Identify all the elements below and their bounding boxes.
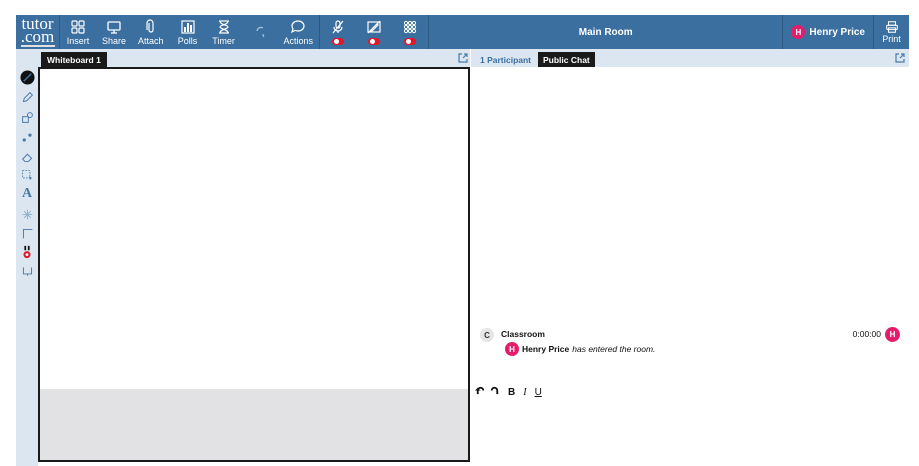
whiteboard-popout-icon[interactable] — [458, 53, 468, 63]
line-icon — [22, 228, 32, 238]
actions-label: Actions — [283, 35, 314, 46]
message-time: 0:00:00 — [852, 329, 881, 339]
attach-button[interactable]: Attach — [132, 15, 170, 49]
message-text: has entered the room. — [572, 344, 656, 354]
text-tool[interactable]: A — [19, 186, 35, 202]
underline-button[interactable]: U — [535, 387, 542, 398]
polls-button[interactable]: Polls — [170, 15, 206, 49]
color-icon — [23, 245, 31, 259]
share-button[interactable]: Share — [96, 15, 132, 49]
undo-icon — [255, 26, 265, 37]
pen-tool[interactable] — [19, 69, 35, 85]
chat-input[interactable] — [471, 400, 909, 466]
polls-label: Polls — [177, 35, 198, 46]
dots-tool[interactable] — [19, 129, 35, 145]
eraser-icon — [21, 153, 32, 162]
tab-whiteboard-1[interactable]: Whiteboard 1 — [41, 52, 107, 67]
pencil-icon — [22, 91, 33, 102]
whiteboard-canvas[interactable] — [38, 67, 470, 462]
attach-label: Attach — [138, 35, 164, 46]
eraser-tool[interactable] — [19, 149, 35, 165]
user-menu[interactable]: H Henry Price — [782, 15, 873, 49]
laser-tool[interactable] — [19, 206, 35, 222]
draw-permission-switch[interactable] — [368, 38, 381, 45]
top-toolbar: tutor .com Insert Share Attach Polls Tim… — [16, 15, 909, 49]
logo-underline — [20, 45, 55, 47]
poll-chart-icon — [180, 19, 195, 34]
text-icon: A — [21, 186, 33, 201]
grid-toggle[interactable] — [392, 15, 428, 49]
speech-bubble-icon — [291, 19, 305, 33]
whiteboard-offpage-area — [40, 389, 468, 460]
share-label: Share — [102, 35, 127, 46]
pen-icon — [19, 69, 35, 85]
more-icon — [22, 266, 32, 276]
italic-button[interactable]: I — [523, 387, 526, 398]
insert-icon — [71, 19, 85, 34]
printer-icon — [885, 21, 898, 33]
tab-public-chat[interactable]: Public Chat — [538, 52, 595, 67]
line-tool[interactable] — [19, 225, 35, 241]
select-tool[interactable] — [19, 167, 35, 183]
whiteboard-tab-bar: Whiteboard 1 — [38, 49, 470, 67]
room-title: Main Room — [428, 15, 782, 49]
timer-label: Timer — [212, 35, 235, 46]
chat-panel: C Classroom 0:00:00 H Henry Price has en… — [471, 67, 909, 466]
redo-text-icon — [490, 386, 499, 395]
microphone-toggle[interactable] — [320, 15, 356, 49]
insert-label: Insert — [66, 35, 90, 46]
message-body: H Henry Price has entered the room. — [505, 342, 655, 356]
right-user-avatar: H — [885, 327, 900, 342]
color-tool[interactable] — [19, 244, 35, 260]
shapes-icon — [21, 111, 33, 123]
grid-switch[interactable] — [404, 38, 417, 45]
dots-icon — [22, 132, 32, 142]
undo-text-button[interactable] — [475, 385, 486, 399]
sender-avatar: C — [480, 328, 494, 342]
app-window: tutor .com Insert Share Attach Polls Tim… — [0, 0, 919, 466]
share-screen-icon — [107, 20, 121, 34]
chat-popout-icon[interactable] — [895, 53, 905, 63]
message-user-avatar: H — [505, 342, 519, 356]
print-label: Print — [882, 34, 901, 44]
message-sender: Classroom — [501, 329, 545, 339]
undo-button[interactable] — [242, 15, 278, 49]
user-avatar: H — [791, 25, 806, 39]
pencil-off-icon — [367, 20, 381, 34]
insert-button[interactable]: Insert — [60, 15, 96, 49]
chat-message: C Classroom 0:00:00 H Henry Price has en… — [476, 325, 881, 357]
chat-tab-bar: 1 Participant Public Chat — [471, 49, 909, 67]
more-tool[interactable] — [19, 263, 35, 279]
chat-format-bar: B I U — [475, 384, 542, 400]
logo-bottom: .com — [20, 27, 55, 46]
laser-icon — [22, 209, 32, 219]
grid-icon — [403, 20, 417, 34]
print-button[interactable]: Print — [873, 15, 909, 49]
redo-text-button[interactable] — [489, 385, 500, 399]
actions-button[interactable]: Actions — [278, 15, 320, 49]
pencil-tool[interactable] — [19, 89, 35, 105]
draw-permission-toggle[interactable] — [356, 15, 392, 49]
microphone-switch[interactable] — [332, 38, 345, 45]
select-icon — [21, 169, 32, 180]
undo-text-icon — [475, 386, 485, 395]
timer-button[interactable]: Timer — [206, 15, 242, 49]
paperclip-icon — [146, 18, 154, 33]
bold-button[interactable]: B — [508, 387, 515, 398]
tutor-logo: tutor .com — [16, 15, 60, 49]
user-name: Henry Price — [809, 26, 865, 38]
shapes-tool[interactable] — [19, 109, 35, 125]
whiteboard-tool-strip: A — [16, 49, 38, 466]
microphone-off-icon — [332, 20, 344, 34]
hourglass-icon — [218, 19, 229, 34]
message-user-name: Henry Price — [522, 344, 570, 354]
tab-participants[interactable]: 1 Participant — [475, 52, 536, 67]
